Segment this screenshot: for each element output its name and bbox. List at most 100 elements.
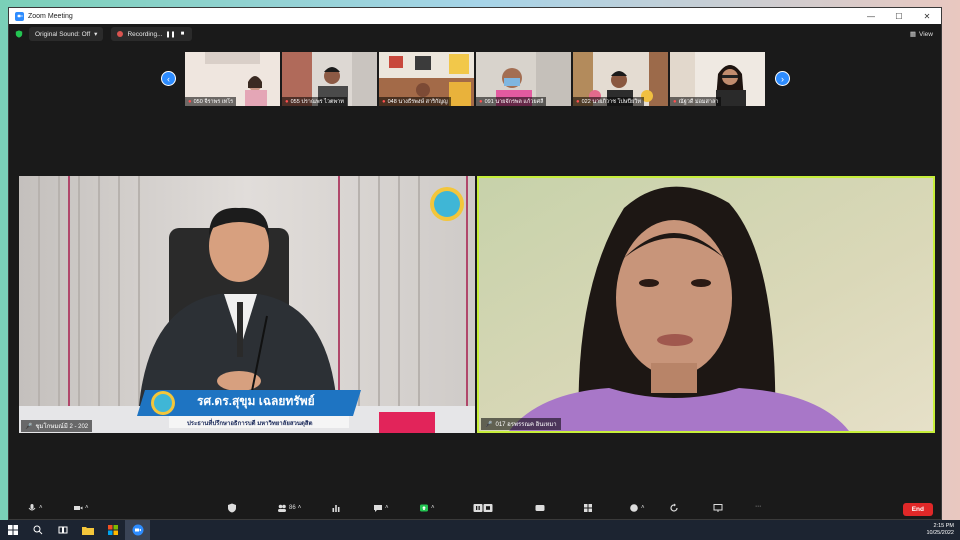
zoom-logo-icon bbox=[15, 11, 24, 21]
chat-icon bbox=[374, 505, 382, 512]
participant-name: 048 นางธีรพงษ์ สาริกัญญ bbox=[387, 98, 448, 105]
search-icon[interactable] bbox=[25, 520, 50, 540]
windows-start-icon[interactable] bbox=[0, 520, 25, 540]
reactions-icon bbox=[630, 504, 638, 512]
window-title: Zoom Meeting bbox=[28, 12, 73, 20]
task-view-icon[interactable] bbox=[50, 520, 75, 540]
mic-muted-icon: ● bbox=[479, 98, 483, 105]
participant-name: ชุมโกษมณ์มี 2 - 202 bbox=[35, 424, 89, 430]
participant-caption: ● 091 นายจักรพล แก้วยศลี bbox=[476, 97, 547, 106]
shield-icon[interactable] bbox=[15, 30, 23, 38]
more-icon: ⋯ bbox=[755, 504, 761, 510]
mic-muted-icon: ● bbox=[673, 98, 677, 105]
microsoft-store-icon[interactable] bbox=[100, 520, 125, 540]
share-screen-button[interactable]: ˄ bbox=[419, 503, 435, 513]
mute-button[interactable]: ˄ bbox=[27, 503, 43, 513]
chevron-up-icon[interactable]: ˄ bbox=[39, 505, 43, 511]
meeting-toolbar: ˄ ˄ 86 ˄ ˄ ˄ ˄ ⋯ End bbox=[9, 501, 941, 519]
participant-caption: ● 055 ปราณพร ไวตพาท bbox=[282, 97, 347, 106]
chevron-up-icon[interactable]: ˄ bbox=[385, 505, 389, 511]
minimize-icon[interactable]: — bbox=[857, 8, 885, 24]
participant-video bbox=[479, 178, 933, 431]
active-speaker-tile[interactable]: 🎤 017 อรพรรณค อินเหมา bbox=[477, 176, 935, 433]
original-sound-label: Original Sound: Off bbox=[35, 30, 91, 38]
participant-caption: ● ณัฐวดี ม่อมสาลา bbox=[670, 97, 722, 106]
participant-tile[interactable]: ● 048 นางธีรพงษ์ สาริกัญญ bbox=[379, 52, 474, 106]
security-button[interactable] bbox=[227, 503, 237, 513]
window-controls: — ☐ ✕ bbox=[857, 8, 941, 24]
participant-name: 017 อรพรรณค อินเหมา bbox=[495, 422, 557, 428]
view-button[interactable]: ▦ View bbox=[909, 30, 933, 39]
shield-icon bbox=[228, 503, 236, 513]
mic-muted-icon: ● bbox=[285, 98, 289, 105]
video-button[interactable]: ˄ bbox=[73, 503, 89, 513]
taskbar-clock[interactable]: 2:15 PM 10/25/2022 bbox=[926, 523, 954, 537]
maximize-icon[interactable]: ☐ bbox=[885, 8, 913, 24]
mic-icon: 🎤 bbox=[25, 423, 33, 430]
file-explorer-icon[interactable] bbox=[75, 520, 100, 540]
participant-name: 050 จีราพร เทโร bbox=[193, 98, 234, 105]
closed-caption-icon bbox=[535, 505, 545, 511]
camera-icon bbox=[74, 506, 83, 510]
breakout-rooms-button[interactable] bbox=[583, 503, 593, 513]
participant-name: 055 ปราณพร ไวตพาท bbox=[290, 98, 344, 105]
original-sound-button[interactable]: Original Sound: Off ▾ bbox=[29, 27, 104, 41]
participant-count: 86 bbox=[289, 505, 296, 511]
participant-caption: 🎤 017 อรพรรณค อินเหมา bbox=[481, 418, 561, 430]
microphone-icon bbox=[28, 504, 36, 511]
name-plate-subtitle: ประธานที่ปรึกษาอธิการบดี มหาวิทยาลัยสวนด… bbox=[187, 421, 313, 427]
stop-recording-icon[interactable]: ■ bbox=[178, 30, 186, 38]
refresh-icon bbox=[670, 503, 678, 512]
participant-tile[interactable]: ● ณัฐวดี ม่อมสาลา bbox=[670, 52, 765, 106]
mic-muted-icon: ● bbox=[188, 98, 192, 105]
whiteboards-button[interactable] bbox=[713, 503, 723, 513]
pause-recording-icon[interactable]: ❚❚ bbox=[165, 30, 175, 38]
closed-caption-button[interactable] bbox=[535, 503, 545, 513]
end-meeting-button[interactable]: End bbox=[902, 503, 933, 516]
mic-icon: 🎤 bbox=[485, 421, 493, 428]
recording-indicator: Recording... ❚❚ ■ bbox=[111, 27, 193, 41]
speaker-tile-left[interactable]: รศ.ดร.สุขุม เฉลยทรัพย์ ประธานที่ปรึกษาอธ… bbox=[19, 176, 475, 433]
chevron-up-icon[interactable]: ˄ bbox=[431, 505, 435, 511]
participants-icon bbox=[278, 504, 286, 512]
participant-tile[interactable]: ● 022 นายภิวาช โปษปียวิท bbox=[573, 52, 668, 106]
participants-button[interactable]: 86 ˄ bbox=[277, 503, 301, 513]
mic-muted-icon: ● bbox=[576, 98, 580, 105]
pause-stop-icon bbox=[473, 504, 493, 512]
recording-icon bbox=[117, 31, 124, 37]
participant-caption: ● 022 นายภิวาช โปษปียวิท bbox=[573, 97, 644, 106]
participant-tile[interactable]: ● 091 นายจักรพล แก้วยศลี bbox=[476, 52, 571, 106]
polls-button[interactable] bbox=[331, 503, 341, 513]
participant-name: ณัฐวดี ม่อมสาลา bbox=[678, 98, 719, 105]
more-button[interactable]: ⋯ bbox=[755, 503, 761, 510]
apps-button[interactable] bbox=[669, 503, 679, 513]
participant-caption: ● 050 จีราพร เทโร bbox=[185, 97, 237, 106]
participant-tile[interactable]: ● 050 จีราพร เทโร bbox=[185, 52, 280, 106]
participant-strip: ● 050 จีราพร เทโร ● 055 ปราณพร ไวตพาท ● … bbox=[185, 52, 765, 106]
chevron-up-icon[interactable]: ˄ bbox=[85, 505, 89, 511]
share-screen-icon bbox=[420, 504, 428, 512]
clock-time: 2:15 PM bbox=[933, 523, 954, 529]
windows-taskbar: 2:15 PM 10/25/2022 bbox=[0, 520, 960, 540]
recording-label: Recording... bbox=[127, 30, 163, 38]
pause-stop-recording-button[interactable] bbox=[473, 503, 493, 513]
chevron-up-icon[interactable]: ˄ bbox=[641, 505, 645, 511]
chevron-up-icon[interactable]: ˄ bbox=[298, 505, 302, 511]
next-page-button[interactable]: › bbox=[775, 71, 790, 86]
participant-tile[interactable]: ● 055 ปราณพร ไวตพาท bbox=[282, 52, 377, 106]
view-grid-icon: ▦ bbox=[909, 31, 917, 38]
participant-caption: 🎤 ชุมโกษมณ์มี 2 - 202 bbox=[21, 420, 93, 432]
participant-caption: ● 048 นางธีรพงษ์ สาริกัญญ bbox=[379, 97, 451, 106]
view-label: View bbox=[919, 30, 933, 38]
bar-chart-icon bbox=[332, 505, 340, 512]
title-bar: Zoom Meeting — ☐ ✕ bbox=[9, 8, 941, 24]
zoom-app-icon[interactable] bbox=[125, 520, 150, 540]
close-icon[interactable]: ✕ bbox=[913, 8, 941, 24]
chat-button[interactable]: ˄ bbox=[373, 503, 389, 513]
participant-name: 022 นายภิวาช โปษปียวิท bbox=[581, 98, 641, 105]
breakout-rooms-icon bbox=[584, 504, 592, 512]
previous-page-button[interactable]: ‹ bbox=[161, 71, 176, 86]
whiteboard-icon bbox=[713, 504, 723, 512]
clock-date: 10/25/2022 bbox=[926, 530, 954, 536]
reactions-button[interactable]: ˄ bbox=[629, 503, 645, 513]
